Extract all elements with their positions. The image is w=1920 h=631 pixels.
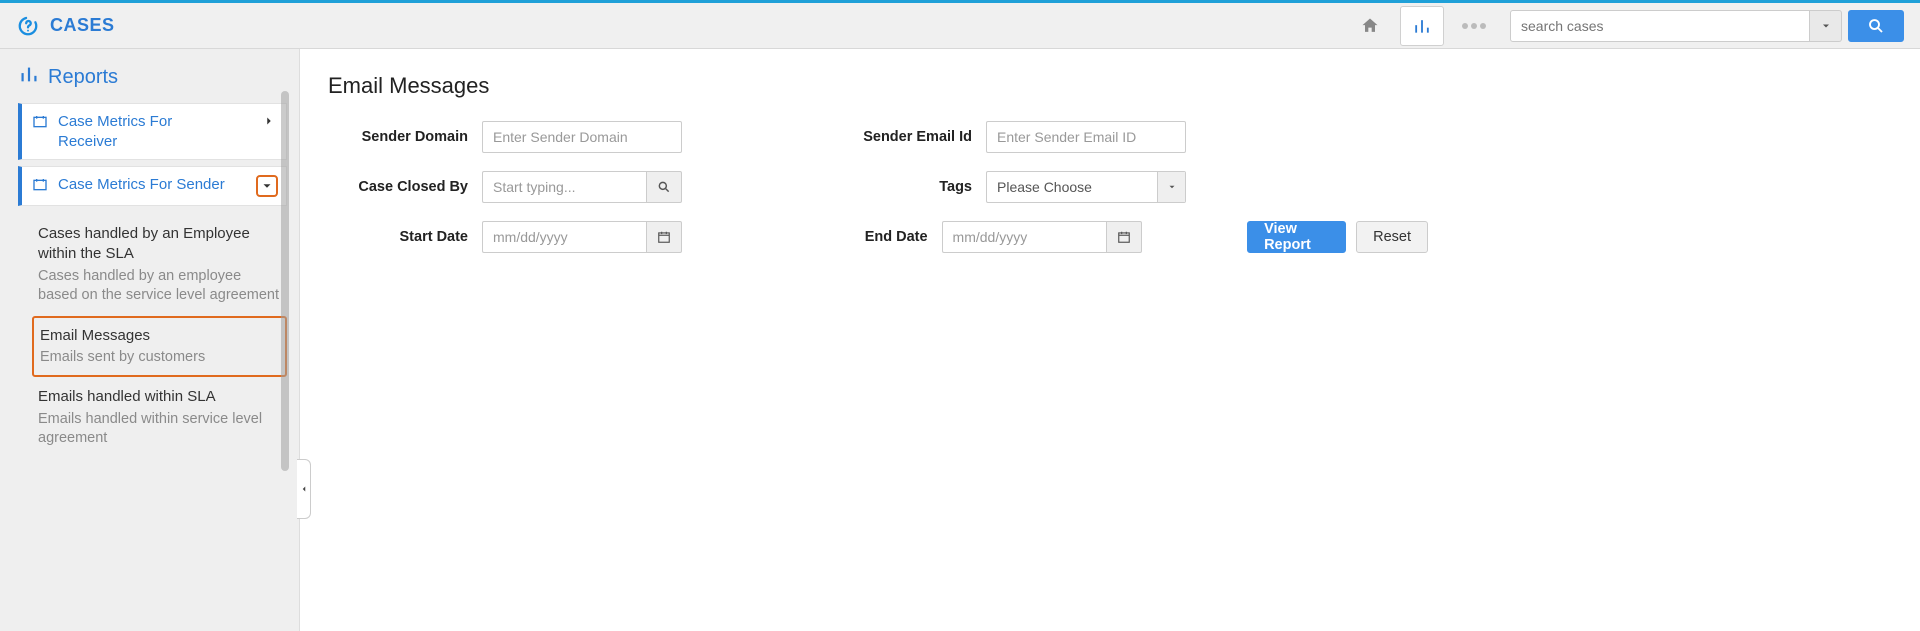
subitem-title: Cases handled by an Employee within the …: [38, 224, 281, 265]
header-right: [1348, 6, 1904, 46]
sidebar-scrollbar[interactable]: [281, 91, 289, 471]
tree-subitem-emails-sla[interactable]: Emails handled within SLA Emails handled…: [32, 377, 287, 458]
form-row-1: Sender Domain Sender Email Id: [328, 121, 1428, 153]
calendar-icon: [657, 230, 671, 244]
label-case-closed-by: Case Closed By: [328, 179, 468, 195]
page-title: Email Messages: [328, 73, 1892, 99]
start-date-input[interactable]: [482, 221, 646, 253]
subitem-title: Email Messages: [40, 326, 279, 346]
field-end-date: End Date: [788, 221, 1224, 253]
view-report-button[interactable]: View Report: [1247, 221, 1346, 253]
header-bar: CASES: [0, 3, 1920, 49]
form-row-3: Start Date End Date: [328, 221, 1428, 253]
action-buttons: View Report Reset: [1247, 221, 1428, 253]
subitem-desc: Cases handled by an employee based on th…: [38, 267, 281, 306]
field-start-date: Start Date: [328, 221, 764, 253]
filter-form: Sender Domain Sender Email Id Case Close…: [328, 121, 1428, 253]
sidebar-collapse-handle[interactable]: [297, 459, 311, 519]
app-title: CASES: [50, 15, 115, 36]
label-end-date: End Date: [788, 229, 928, 245]
sender-domain-input[interactable]: [482, 121, 682, 153]
search-input[interactable]: [1510, 10, 1810, 42]
tree-subitem-cases-sla[interactable]: Cases handled by an Employee within the …: [32, 214, 287, 316]
chevron-right-icon: [260, 112, 278, 130]
bar-chart-icon: [18, 63, 40, 91]
tree-item-label: Case Metrics For Receiver: [58, 112, 228, 151]
caret-down-icon: [1157, 172, 1185, 202]
field-sender-email: Sender Email Id: [832, 121, 1312, 153]
field-case-closed-by: Case Closed By: [328, 171, 808, 203]
end-date-input[interactable]: [942, 221, 1106, 253]
tree-sub-list: Cases handled by an Employee within the …: [18, 212, 287, 459]
label-tags: Tags: [832, 179, 972, 195]
label-sender-email: Sender Email Id: [832, 129, 972, 145]
reset-button[interactable]: Reset: [1356, 221, 1428, 253]
label-sender-domain: Sender Domain: [328, 129, 468, 145]
sidebar-heading-label: Reports: [48, 66, 118, 89]
report-card-icon: [32, 177, 48, 196]
case-closed-by-lookup-button[interactable]: [646, 171, 682, 203]
tree-subitem-email-messages[interactable]: Email Messages Emails sent by customers: [32, 316, 287, 378]
end-date-calendar-button[interactable]: [1106, 221, 1142, 253]
reports-tab-button[interactable]: [1400, 6, 1444, 46]
sidebar: Reports Case Metrics For Receiver Case M…: [0, 49, 300, 631]
subitem-title: Emails handled within SLA: [38, 387, 281, 407]
search-wrap: [1510, 10, 1904, 42]
search-icon: [657, 180, 671, 194]
subitem-desc: Emails sent by customers: [40, 348, 279, 368]
start-date-calendar-button[interactable]: [646, 221, 682, 253]
case-closed-by-input[interactable]: [482, 171, 646, 203]
sidebar-heading: Reports: [18, 63, 287, 91]
tree-item-case-metrics-receiver[interactable]: Case Metrics For Receiver: [18, 103, 287, 160]
calendar-icon: [1117, 230, 1131, 244]
form-row-2: Case Closed By Tags Please Choose: [328, 171, 1428, 203]
brand-question-icon: [16, 14, 40, 38]
search-dropdown-button[interactable]: [1810, 10, 1842, 42]
sender-email-input[interactable]: [986, 121, 1186, 153]
body-layout: Reports Case Metrics For Receiver Case M…: [0, 49, 1920, 631]
header-left: CASES: [16, 14, 115, 38]
more-dots-icon: [1462, 23, 1486, 29]
tree-item-label: Case Metrics For Sender: [58, 175, 225, 195]
field-sender-domain: Sender Domain: [328, 121, 808, 153]
more-menu-button[interactable]: [1452, 6, 1496, 46]
label-start-date: Start Date: [328, 229, 468, 245]
tree-item-case-metrics-sender[interactable]: Case Metrics For Sender: [18, 166, 287, 206]
home-button[interactable]: [1348, 6, 1392, 46]
tags-select[interactable]: Please Choose: [986, 171, 1186, 203]
tags-select-value: Please Choose: [997, 179, 1092, 195]
report-card-icon: [32, 114, 48, 133]
chevron-down-icon[interactable]: [256, 175, 278, 197]
main-content: Email Messages Sender Domain Sender Emai…: [300, 49, 1920, 631]
subitem-desc: Emails handled within service level agre…: [38, 410, 281, 449]
field-tags: Tags Please Choose: [832, 171, 1312, 203]
search-button[interactable]: [1848, 10, 1904, 42]
